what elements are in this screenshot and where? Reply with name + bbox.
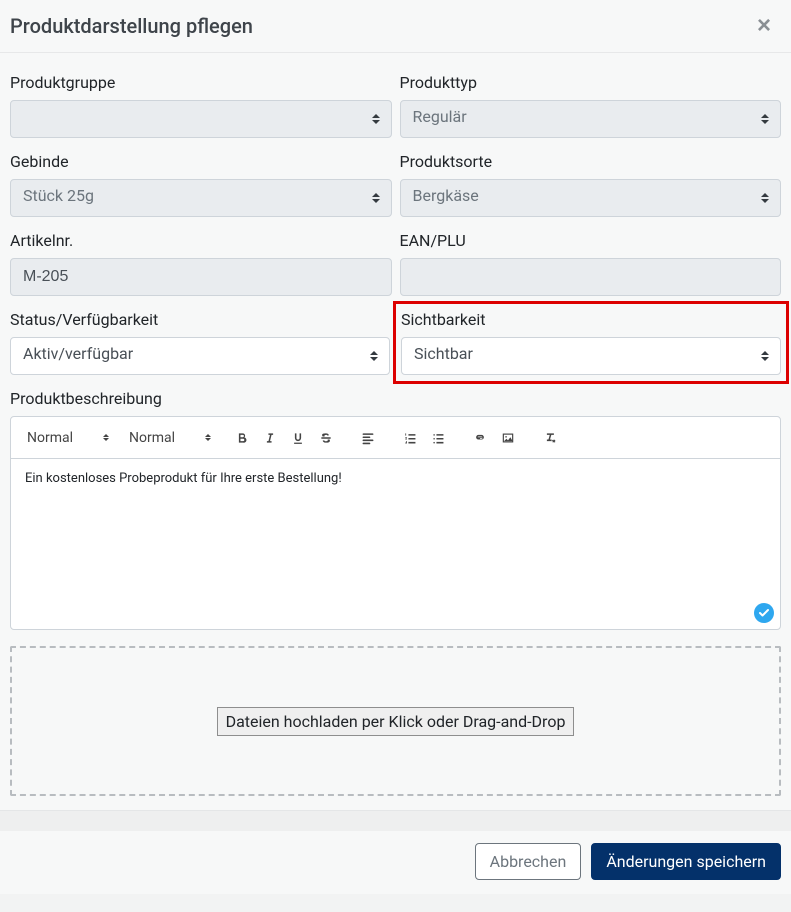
produktgruppe-select[interactable]: [10, 100, 392, 138]
artikelnr-input[interactable]: [10, 258, 392, 296]
bullet-list-button[interactable]: [425, 425, 451, 451]
produktsorte-label: Produktsorte: [400, 152, 782, 171]
save-button[interactable]: Änderungen speichern: [591, 843, 781, 880]
separator: [0, 811, 791, 831]
eanplu-input[interactable]: [400, 258, 782, 296]
sichtbarkeit-select[interactable]: Sichtbar: [401, 337, 781, 375]
underline-button[interactable]: [285, 425, 311, 451]
cancel-button[interactable]: Abbrechen: [475, 843, 582, 880]
produktgruppe-label: Produktgruppe: [10, 73, 392, 92]
produktsorte-select[interactable]: Bergkäse: [400, 179, 782, 217]
gebinde-select[interactable]: Stück 25g: [10, 179, 392, 217]
status-select[interactable]: Aktiv/verfügbar: [10, 337, 390, 375]
modal-footer: Abbrechen Änderungen speichern: [0, 831, 791, 894]
editor-body[interactable]: Ein kostenloses Probeprodukt für Ihre er…: [11, 459, 780, 629]
link-button[interactable]: [467, 425, 493, 451]
strike-button[interactable]: [313, 425, 339, 451]
gebinde-label: Gebinde: [10, 152, 392, 171]
italic-button[interactable]: [257, 425, 283, 451]
font-select[interactable]: Normal: [121, 426, 219, 450]
modal: Produktdarstellung pflegen × Produktgrup…: [0, 0, 791, 811]
produkttyp-label: Produkttyp: [400, 73, 782, 92]
ordered-list-button[interactable]: [397, 425, 423, 451]
modal-header: Produktdarstellung pflegen ×: [0, 0, 791, 53]
beschreibung-label: Produktbeschreibung: [10, 389, 781, 408]
bold-button[interactable]: [229, 425, 255, 451]
upload-button[interactable]: Dateien hochladen per Klick oder Drag-an…: [217, 707, 575, 736]
heading-select[interactable]: Normal: [19, 426, 117, 450]
sichtbarkeit-label: Sichtbarkeit: [401, 310, 781, 329]
check-icon: [754, 603, 774, 623]
modal-title: Produktdarstellung pflegen: [10, 14, 253, 38]
image-button[interactable]: [495, 425, 521, 451]
eanplu-label: EAN/PLU: [400, 231, 782, 250]
modal-body: Produktgruppe Produkttyp Regulär Gebinde…: [0, 53, 791, 810]
font-select-value: Normal: [129, 430, 175, 446]
sichtbarkeit-highlight: Sichtbarkeit Sichtbar: [393, 301, 789, 384]
produkttyp-select[interactable]: Regulär: [400, 100, 782, 138]
chevron-updown-icon: [103, 434, 109, 441]
dropzone[interactable]: Dateien hochladen per Klick oder Drag-an…: [10, 646, 781, 796]
heading-select-value: Normal: [27, 430, 73, 446]
editor: Normal Normal: [10, 416, 781, 630]
align-left-button[interactable]: [355, 425, 381, 451]
close-button[interactable]: ×: [753, 14, 775, 38]
editor-content: Ein kostenloses Probeprodukt für Ihre er…: [25, 471, 342, 486]
clear-format-button[interactable]: [537, 425, 563, 451]
artikelnr-label: Artikelnr.: [10, 231, 392, 250]
editor-toolbar: Normal Normal: [11, 417, 780, 459]
chevron-updown-icon: [205, 434, 211, 441]
status-label: Status/Verfügbarkeit: [10, 310, 390, 329]
